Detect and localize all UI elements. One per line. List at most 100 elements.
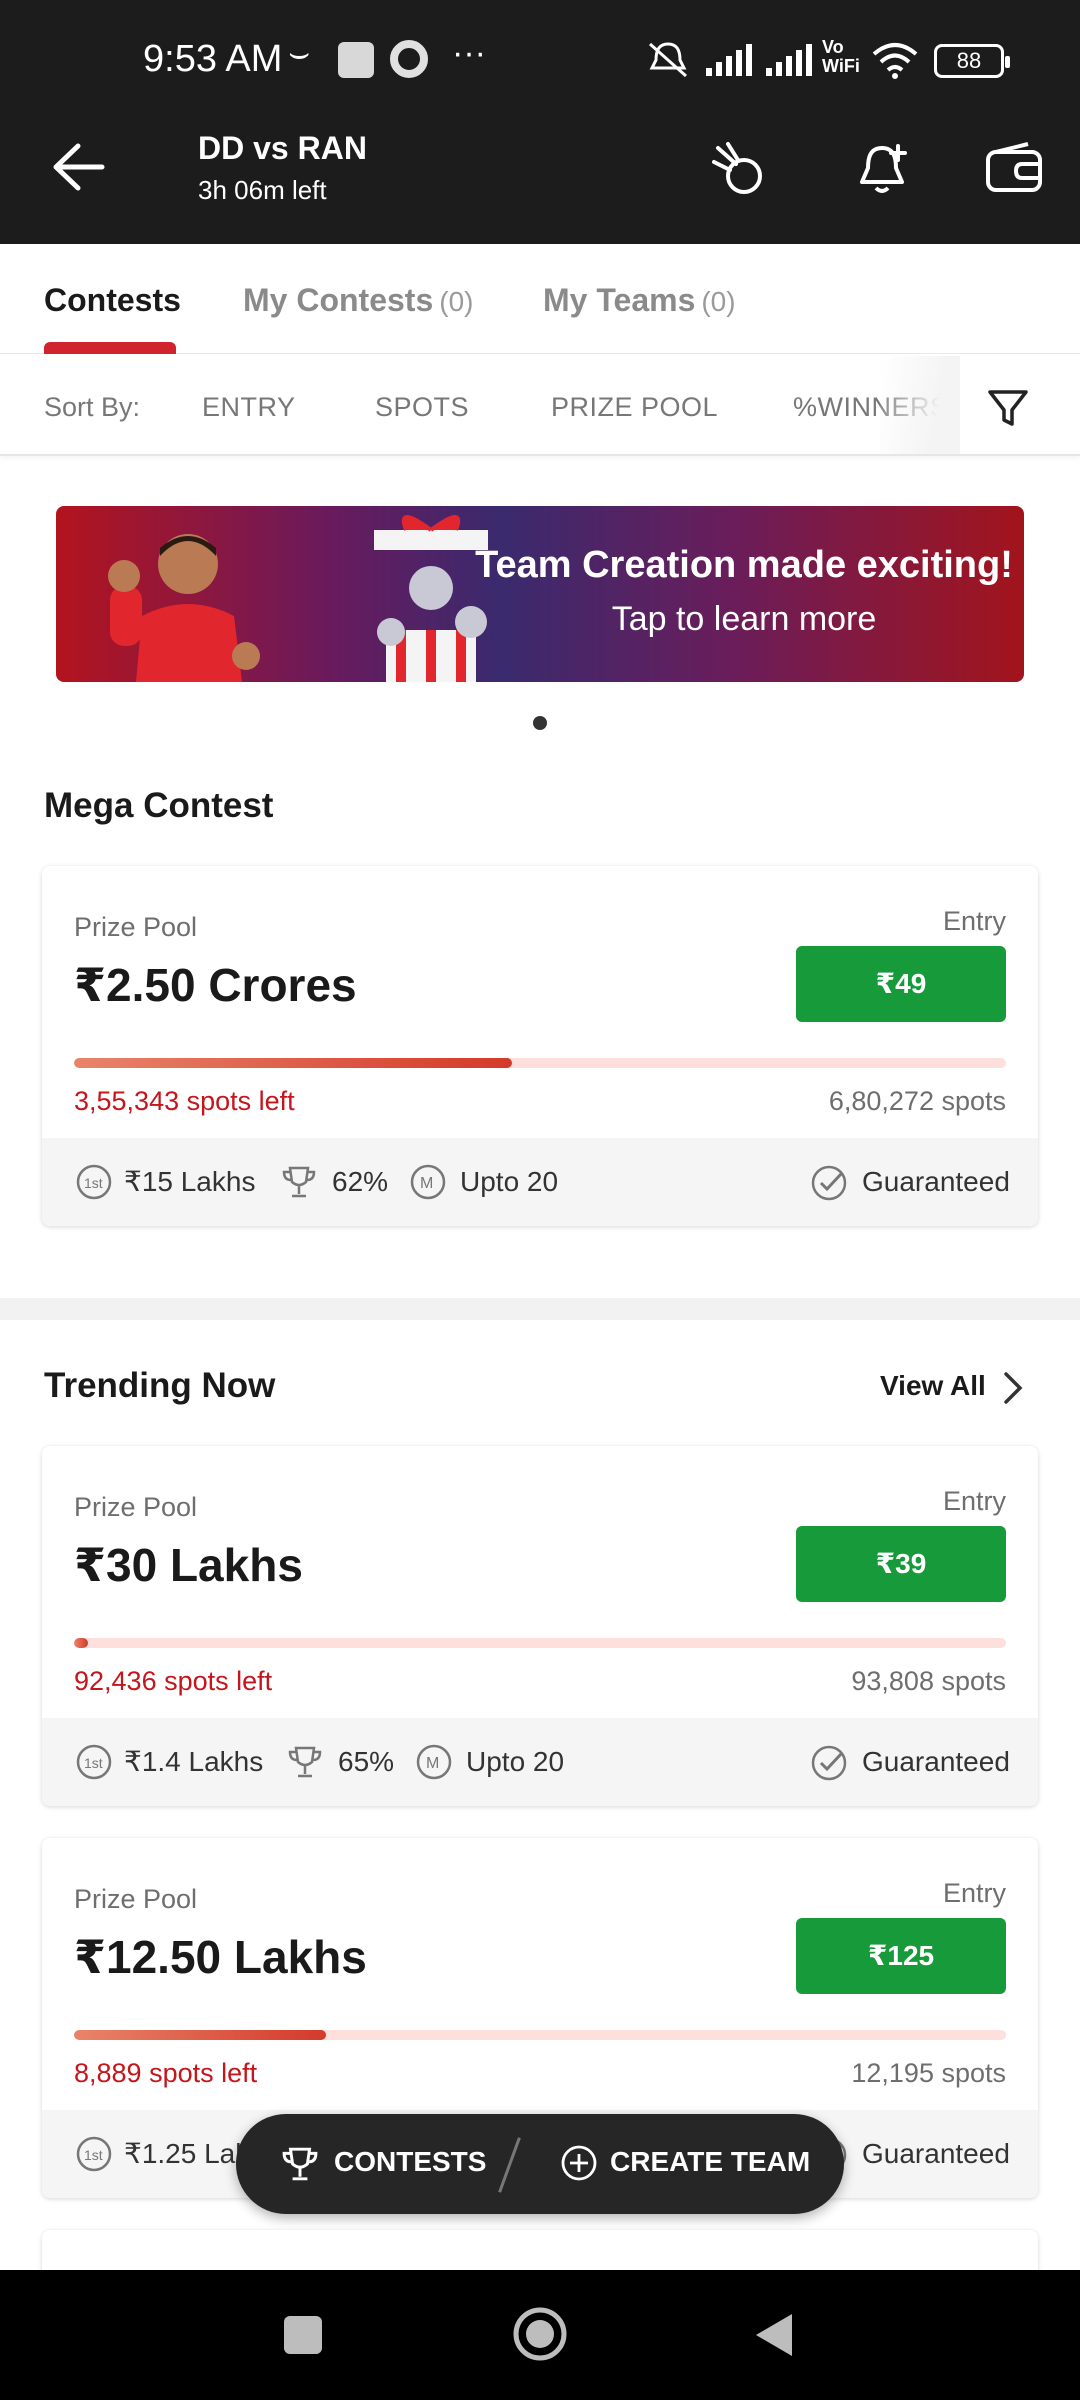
guaranteed-check-icon [811, 1165, 847, 1201]
recent-apps-icon[interactable] [284, 2316, 322, 2354]
banner-title: Team Creation made exciting! [475, 544, 1013, 586]
filter-icon[interactable] [986, 386, 1030, 430]
back-triangle-icon[interactable] [752, 2310, 796, 2360]
vowifi-icon: Vo WiFi [822, 37, 860, 76]
guaranteed-check-icon [811, 1745, 847, 1781]
trending-now-heading: Trending Now [44, 1366, 276, 1405]
contest-tabs: Contests My Contests (0) My Teams (0) [0, 244, 1080, 354]
match-title: DD vs RAN [198, 130, 367, 166]
winners-percentage: 65% [338, 1746, 395, 1777]
max-teams-value: Upto 20 [460, 1166, 559, 1197]
first-prize-icon: 1st [76, 2136, 112, 2172]
amazon-icon: ⌣ [288, 34, 311, 72]
max-teams-icon: M [410, 1164, 446, 1200]
spots-progress-bar [74, 1638, 1006, 1648]
create-team-button[interactable]: CREATE TEAM [610, 2146, 810, 2178]
entry-fee-button[interactable]: ₹39 [796, 1526, 1006, 1602]
tab-my-contests[interactable]: My Contests (0) [243, 282, 473, 319]
tab-contests[interactable]: Contests [44, 282, 181, 319]
contests-fab-button[interactable]: CONTESTS [334, 2146, 486, 2178]
tab-label: My Teams [543, 282, 696, 318]
prize-pool-value: ₹30 Lakhs [74, 1539, 303, 1591]
player-illustration [108, 534, 260, 682]
spots-progress-fill [74, 1058, 513, 1068]
gift-box-illustration [374, 515, 488, 682]
prize-pool-label: Prize Pool [74, 1492, 198, 1522]
sort-bar: Sort By: ENTRY SPOTS PRIZE POOL %WINNERS [0, 356, 1080, 456]
prize-pool-label: Prize Pool [74, 1884, 198, 1914]
sort-entry-button[interactable]: ENTRY [202, 392, 296, 423]
app-notification-icon [338, 42, 374, 78]
spots-total: 12,195 spots [851, 2058, 1006, 2088]
promo-banner[interactable]: Team Creation made exciting! Tap to lear… [56, 506, 1024, 682]
view-all-link[interactable]: View All [880, 1370, 986, 1402]
tab-my-teams[interactable]: My Teams (0) [543, 282, 736, 319]
max-teams-icon: M [416, 1744, 452, 1780]
contest-card-footer: 1st ₹15 Lakhs 62% M Upto 20 Guaranteed [42, 1138, 1038, 1226]
prize-pool-label: Prize Pool [74, 912, 198, 942]
svg-text:1st: 1st [84, 2147, 103, 2163]
spots-progress-fill [74, 2030, 326, 2040]
contest-card[interactable]: Prize Pool ₹2.50 Crores Entry ₹49 3,55,3… [42, 866, 1038, 1226]
spots-left: 8,889 spots left [74, 2058, 258, 2088]
entry-label: Entry [942, 906, 1006, 936]
match-time-left: 3h 06m left [198, 175, 327, 205]
tab-label: My Contests [243, 282, 434, 318]
status-bar: 9:53 AM ⌣ ··· Vo WiFi 88 [0, 0, 1080, 120]
chevron-right-icon[interactable] [998, 1370, 1028, 1406]
contest-card-footer: 1st ₹1.4 Lakhs 65% M Upto 20 Guaranteed [42, 1718, 1038, 1806]
wifi-icon [872, 43, 918, 79]
spots-progress-fill [74, 1638, 88, 1648]
entry-label: Entry [942, 1486, 1006, 1516]
trophy-icon [282, 1166, 316, 1198]
scroll-fade [880, 356, 960, 454]
wallet-icon[interactable] [982, 138, 1046, 202]
entry-label: Entry [942, 1878, 1006, 1908]
carousel-dot [533, 716, 547, 730]
svg-text:M: M [420, 1175, 433, 1192]
more-status-icon: ··· [452, 34, 486, 72]
floating-action-bar: CONTESTS CREATE TEAM [236, 2114, 844, 2214]
plus-circle-icon [561, 2145, 597, 2181]
app-header: 9:53 AM ⌣ ··· Vo WiFi 88 DD vs RAN 3h 06m… [0, 0, 1080, 244]
battery-icon: 88 [934, 44, 1010, 78]
sort-prize-pool-button[interactable]: PRIZE POOL [551, 392, 718, 423]
trophy-icon [282, 2147, 318, 2181]
guaranteed-label: Guaranteed [862, 1746, 1010, 1777]
spots-total: 6,80,272 spots [828, 1086, 1006, 1116]
fire-ball-icon[interactable] [708, 138, 772, 202]
contest-card[interactable]: Prize Pool ₹30 Lakhs Entry ₹39 92,436 sp… [42, 1446, 1038, 1806]
section-divider [0, 1298, 1080, 1320]
winners-percentage: 62% [332, 1166, 389, 1197]
sort-spots-button[interactable]: SPOTS [375, 392, 469, 423]
first-prize-value: ₹1.4 Lakhs [124, 1746, 264, 1777]
first-prize-value: ₹15 Lakhs [124, 1166, 256, 1197]
record-icon [390, 40, 428, 78]
mute-icon [649, 42, 687, 78]
tab-count: (0) [701, 286, 736, 317]
svg-text:M: M [426, 1755, 439, 1772]
home-circle-icon[interactable] [512, 2306, 568, 2362]
svg-text:1st: 1st [84, 1755, 103, 1771]
spots-total: 93,808 spots [851, 1666, 1006, 1696]
signal-1-icon [706, 44, 752, 76]
trophy-icon [288, 1746, 322, 1778]
spots-progress-bar [74, 1058, 1006, 1068]
prize-pool-value: ₹12.50 Lakhs [74, 1931, 367, 1983]
system-nav-bar [0, 2270, 1080, 2400]
mega-contest-heading: Mega Contest [44, 786, 274, 825]
add-reminder-bell-icon[interactable] [850, 138, 914, 202]
active-tab-indicator [44, 342, 176, 354]
spots-left: 92,436 spots left [74, 1666, 273, 1696]
back-arrow-icon[interactable] [48, 140, 108, 194]
tab-count: (0) [439, 286, 474, 317]
prize-pool-value: ₹2.50 Crores [74, 959, 357, 1011]
guaranteed-label: Guaranteed [862, 2138, 1010, 2169]
first-prize-icon: 1st [76, 1744, 112, 1780]
signal-2-icon [766, 44, 812, 76]
spots-left: 3,55,343 spots left [74, 1086, 295, 1116]
max-teams-value: Upto 20 [466, 1746, 565, 1777]
entry-fee-button[interactable]: ₹49 [796, 946, 1006, 1022]
entry-fee-button[interactable]: ₹125 [796, 1918, 1006, 1994]
sort-label: Sort By: [44, 392, 141, 422]
